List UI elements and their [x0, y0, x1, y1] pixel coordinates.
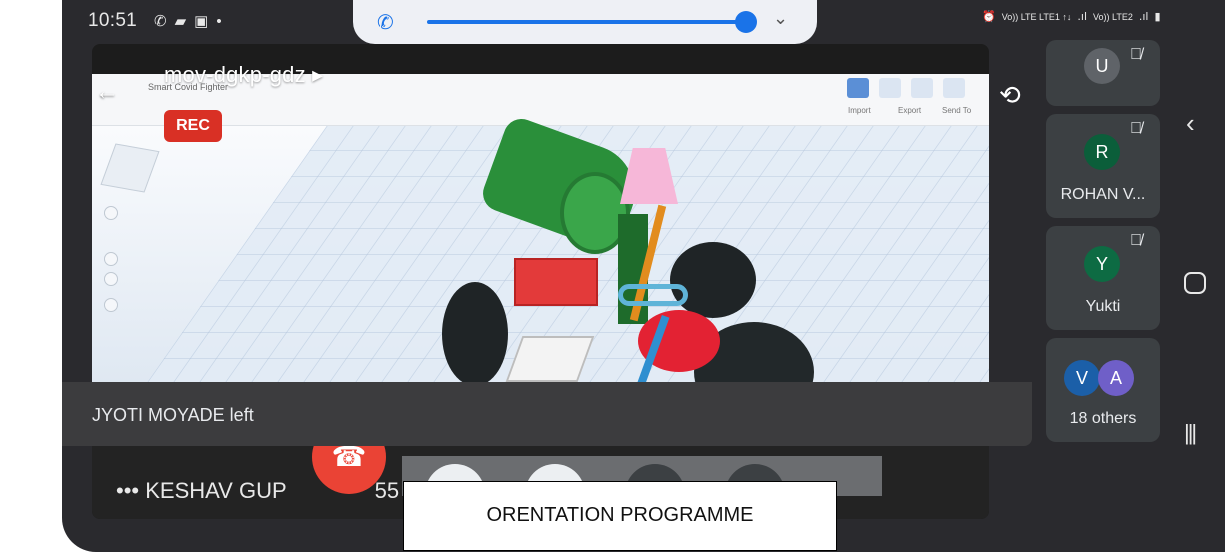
participant-tiles: U 🎙̸ R 🎙̸ ROHAN V... Y 🎙̸ Yukti V A 18 o…: [1046, 0, 1160, 552]
more-icon[interactable]: •••: [116, 478, 139, 503]
grid-view-icon: [847, 78, 869, 98]
avatar: Y: [1084, 246, 1120, 282]
participant-tile-rohan[interactable]: R 🎙̸ ROHAN V...: [1046, 114, 1160, 218]
volume-slider-track[interactable]: [427, 20, 747, 24]
notification-toast: JYOTI MOYADE left: [62, 382, 1032, 446]
send-to-label: Send To: [942, 106, 972, 115]
participant-name: ROHAN V...: [1060, 186, 1146, 203]
chevron-down-icon[interactable]: ⌄: [773, 8, 788, 29]
mic-off-icon: 🎙̸: [1130, 46, 1142, 63]
meeting-code-text: mov-dgkp-gdz: [164, 62, 306, 87]
meeting-code[interactable]: mov-dgkp-gdz ▸: [164, 62, 323, 88]
image-icon: ▣: [194, 13, 209, 30]
rec-badge: REC: [164, 110, 222, 142]
others-count: 18 others: [1069, 410, 1137, 427]
model-wheel-back: [670, 242, 756, 318]
bricks-icon: [911, 78, 933, 98]
mic-off-icon: 🎙̸: [1130, 120, 1142, 137]
presenter-name-text: KESHAV GUP: [145, 478, 287, 503]
participant-tile-others[interactable]: V A 18 others: [1046, 338, 1160, 442]
nav-home-icon[interactable]: [1184, 272, 1206, 294]
switch-camera-icon[interactable]: ⟲: [999, 80, 1021, 111]
chevron-right-icon: ▸: [312, 62, 324, 87]
back-arrow-icon[interactable]: ←: [95, 78, 119, 106]
status-left-icons: ✆ ▰ ▣ •: [154, 12, 222, 31]
avatar: V: [1064, 360, 1100, 396]
main-video[interactable]: Smart Covid Fighter Import Export Send T…: [92, 44, 989, 519]
model-red-box: [514, 258, 598, 306]
overlay-label-text: ORENTATION PROGRAMME: [486, 504, 754, 526]
home-view-icon: [104, 206, 118, 220]
avatar: A: [1098, 360, 1134, 396]
import-label: Import: [848, 106, 871, 115]
phone-icon: ✆: [377, 12, 394, 34]
add-user-icon: [943, 78, 965, 98]
dot-icon: •: [216, 12, 222, 30]
shared-screen: Smart Covid Fighter Import Export Send T…: [92, 74, 989, 382]
participant-name: Yukti: [1085, 298, 1121, 315]
view-cube: [100, 143, 160, 193]
export-label: Export: [898, 106, 922, 115]
phone-screen: 10:51 ✆ ▰ ▣ • ⏰ Vo)) LTE LTE1 ↑↓ .ıl Vo)…: [62, 0, 1225, 552]
avatar: U: [1084, 48, 1120, 84]
model-wheel-left: [442, 282, 508, 382]
zoom-in-icon: [104, 252, 118, 266]
volume-slider-knob[interactable]: [735, 11, 757, 33]
alarm-icon: ⏰: [982, 10, 996, 23]
nav-recents-icon[interactable]: |||: [1184, 420, 1197, 446]
perspective-icon: [104, 298, 118, 312]
volume-panel[interactable]: ✆ ⌄: [353, 0, 817, 44]
mic-off-icon: 🎙̸: [1130, 232, 1142, 249]
app-toolbar-buttons: [847, 78, 965, 98]
status-time: 10:51: [88, 10, 138, 31]
hammer-icon: [879, 78, 901, 98]
nav-back-icon[interactable]: ‹: [1186, 108, 1195, 139]
zoom-out-icon: [104, 272, 118, 286]
overlay-label-box: ORENTATION PROGRAMME: [403, 481, 837, 551]
toast-message: JYOTI MOYADE left: [92, 405, 254, 425]
whatsapp-icon: ✆: [154, 13, 167, 30]
participant-tile-yukti[interactable]: Y 🎙̸ Yukti: [1046, 226, 1160, 330]
message-icon: ▰: [174, 13, 187, 30]
model-handle: [618, 284, 688, 306]
participant-tile-u[interactable]: U 🎙̸: [1046, 40, 1160, 106]
presenter-suffix: 55: [374, 478, 400, 503]
avatar: R: [1084, 134, 1120, 170]
